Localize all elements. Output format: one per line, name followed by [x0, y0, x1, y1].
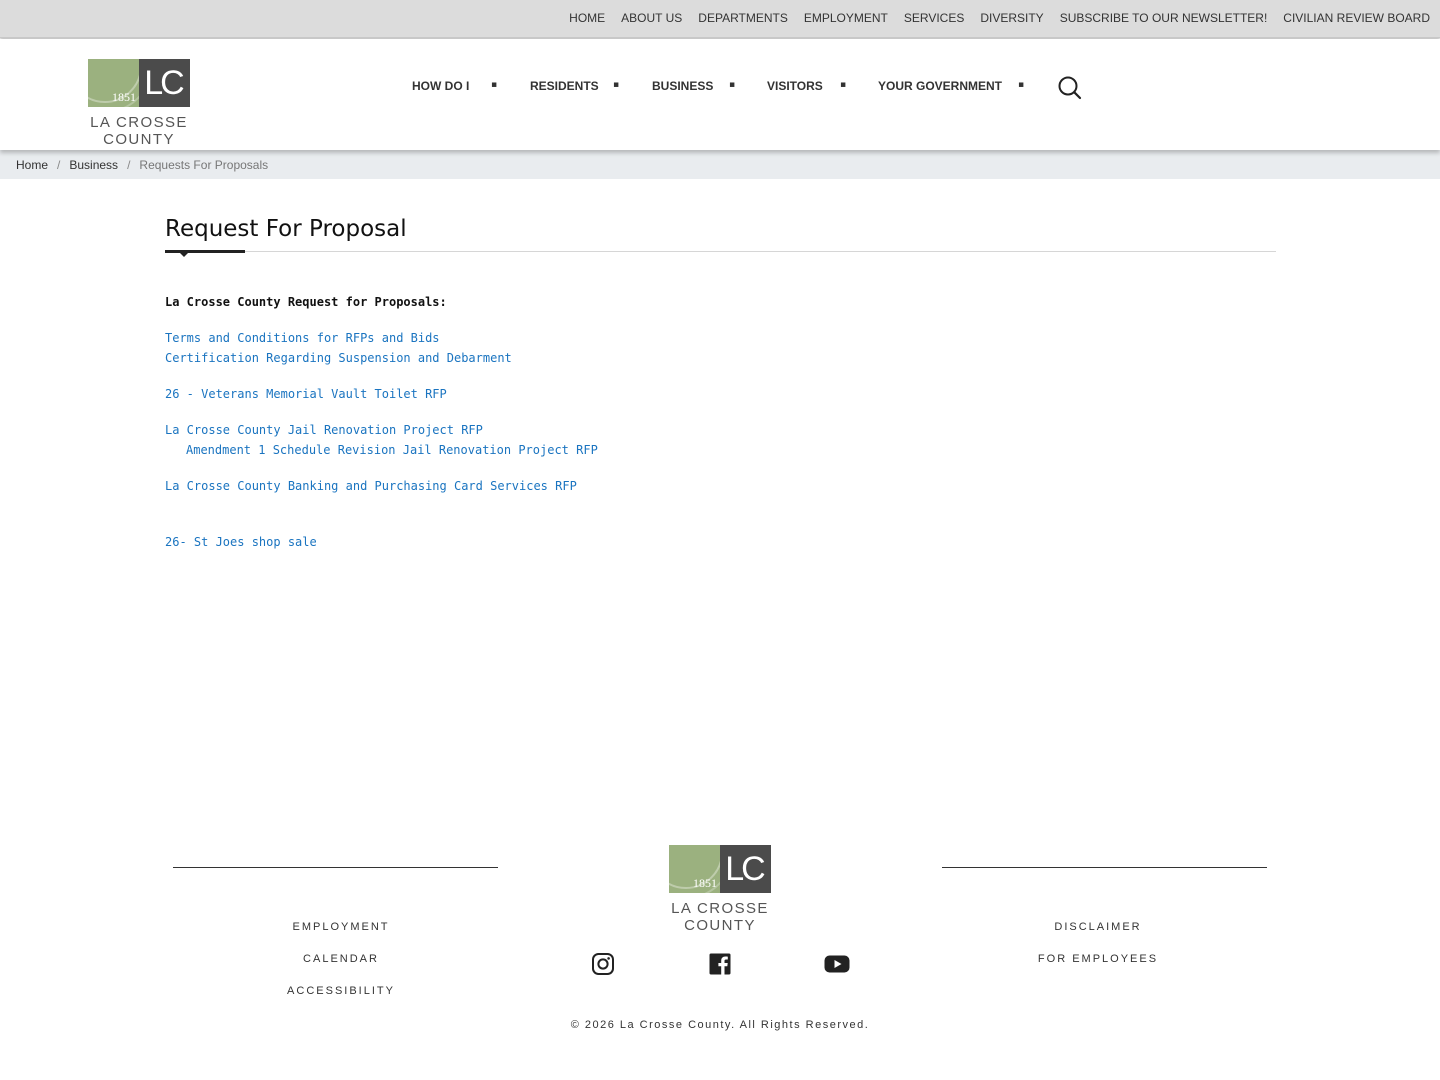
utility-link-newsletter[interactable]: SUBSCRIBE TO OUR NEWSLETTER!: [1060, 11, 1268, 25]
instagram-glyph: [592, 953, 614, 975]
rfp-link-st-joes-shop-sale[interactable]: 26- St Joes shop sale: [165, 535, 317, 549]
rfp-link-jail-renovation[interactable]: La Crosse County Jail Renovation Project…: [165, 423, 483, 437]
utility-link-departments[interactable]: DEPARTMENTS: [698, 11, 788, 25]
logo-year: 1851: [693, 876, 717, 890]
breadcrumb-separator: /: [127, 157, 131, 172]
rfp-link-banking-purchasing-card[interactable]: La Crosse County Banking and Purchasing …: [165, 479, 577, 493]
caret-down-icon[interactable]: ▪: [1018, 76, 1024, 94]
logo-initials: LC: [720, 845, 771, 893]
footer-divider-right: [942, 867, 1267, 868]
footer-divider-left: [173, 867, 498, 868]
breadcrumb-separator: /: [57, 157, 61, 172]
youtube-glyph: [824, 955, 850, 973]
breadcrumb-home[interactable]: Home: [16, 158, 48, 172]
rfp-intro-heading: La Crosse County Request for Proposals:: [165, 295, 447, 309]
title-divider: [165, 251, 1276, 252]
site-header: 1851 LC LA CROSSE COUNTY HOW DO I ▪ RESI…: [0, 39, 1440, 150]
logo-name: LA CROSSE COUNTY: [90, 114, 188, 148]
footer-link-calendar[interactable]: CALENDAR: [303, 953, 379, 965]
logo-year: 1851: [112, 90, 136, 104]
rfp-link-jail-renovation-amendment[interactable]: Amendment 1 Schedule Revision Jail Renov…: [186, 443, 598, 457]
caret-down-icon[interactable]: ▪: [491, 76, 497, 94]
title-accent-pointer: [179, 252, 189, 257]
utility-link-home[interactable]: HOME: [569, 11, 605, 25]
facebook-glyph: [709, 953, 731, 975]
facebook-icon[interactable]: [708, 952, 732, 976]
search-button[interactable]: [1057, 75, 1083, 101]
logo-mark: 1851 LC: [669, 845, 771, 893]
utility-link-diversity[interactable]: DIVERSITY: [980, 11, 1043, 25]
utility-link-civilian-review-board[interactable]: CIVILIAN REVIEW BOARD: [1283, 11, 1430, 25]
nav-residents[interactable]: RESIDENTS: [530, 76, 599, 96]
rfp-link-certification-debarment[interactable]: Certification Regarding Suspension and D…: [165, 351, 512, 365]
youtube-icon[interactable]: [824, 952, 850, 976]
search-icon: [1058, 76, 1082, 100]
caret-down-icon[interactable]: ▪: [729, 76, 735, 94]
rfp-link-terms-conditions[interactable]: Terms and Conditions for RFPs and Bids: [165, 331, 440, 345]
caret-down-icon[interactable]: ▪: [840, 76, 846, 94]
breadcrumb-business[interactable]: Business: [69, 158, 118, 172]
footer-link-accessibility[interactable]: ACCESSIBILITY: [287, 985, 395, 997]
footer-link-employment[interactable]: EMPLOYMENT: [292, 921, 389, 933]
footer-logo[interactable]: 1851 LC LA CROSSE COUNTY: [638, 845, 802, 934]
utility-link-employment[interactable]: EMPLOYMENT: [804, 11, 888, 25]
logo-initials: LC: [139, 59, 190, 107]
title-accent-bar: [165, 250, 245, 253]
nav-your-government[interactable]: YOUR GOVERNMENT: [878, 76, 1002, 96]
site-logo[interactable]: 1851 LC LA CROSSE COUNTY: [57, 59, 221, 148]
instagram-icon[interactable]: [591, 952, 615, 976]
copyright-text: © 2026 La Crosse County. All Rights Rese…: [570, 1019, 870, 1031]
footer-link-disclaimer[interactable]: DISCLAIMER: [1054, 921, 1141, 933]
caret-down-icon[interactable]: ▪: [613, 76, 619, 94]
logo-green-block: 1851: [88, 59, 139, 107]
utility-link-about-us[interactable]: ABOUT US: [621, 11, 682, 25]
logo-green-block: 1851: [669, 845, 720, 893]
rfp-link-veterans-vault-toilet[interactable]: 26 - Veterans Memorial Vault Toilet RFP: [165, 387, 447, 401]
nav-visitors[interactable]: VISITORS: [767, 76, 823, 96]
utility-link-services[interactable]: SERVICES: [904, 11, 964, 25]
utility-nav: HOME ABOUT US DEPARTMENTS EMPLOYMENT SER…: [569, 0, 1430, 36]
breadcrumb-current: Requests For Proposals: [139, 157, 269, 172]
nav-business[interactable]: BUSINESS: [652, 76, 713, 96]
logo-name: LA CROSSE COUNTY: [671, 900, 769, 934]
utility-bar: HOME ABOUT US DEPARTMENTS EMPLOYMENT SER…: [0, 0, 1440, 38]
footer-link-for-employees[interactable]: FOR EMPLOYEES: [1038, 953, 1158, 965]
breadcrumb: Home / Business / Requests For Proposals: [0, 150, 1440, 179]
nav-how-do-i[interactable]: HOW DO I: [412, 76, 469, 96]
page-title: Request For Proposal: [165, 216, 407, 242]
logo-mark: 1851 LC: [88, 59, 190, 107]
